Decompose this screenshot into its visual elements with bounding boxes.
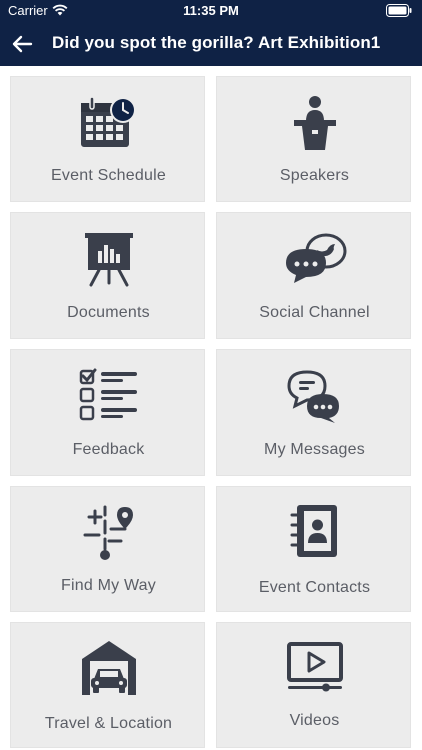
back-button[interactable]	[8, 30, 36, 58]
tile-documents[interactable]: Documents	[10, 212, 205, 339]
tile-social-channel[interactable]: Social Channel	[216, 212, 411, 339]
map-route-pin-icon	[11, 503, 206, 561]
app-header: Carrier 11:35 PM Did you spot the gorill…	[0, 0, 422, 66]
car-garage-icon	[11, 639, 206, 697]
calendar-clock-icon	[11, 95, 206, 151]
page-title: Did you spot the gorilla? Art Exhibition…	[52, 33, 381, 52]
chat-bubbles-icon	[217, 368, 412, 424]
tile-label: Videos	[289, 712, 340, 729]
tile-label: Find My Way	[61, 577, 156, 594]
contact-book-icon	[217, 503, 412, 561]
tile-event-contacts[interactable]: Event Contacts	[216, 486, 411, 612]
tile-label: Event Contacts	[258, 579, 371, 596]
tile-label: Feedback	[72, 441, 145, 458]
tile-label: Documents	[67, 304, 150, 321]
tile-videos[interactable]: Videos	[216, 622, 411, 748]
tile-label: Speakers	[279, 167, 350, 184]
tile-label: Social Channel	[259, 304, 370, 321]
status-bar: Carrier 11:35 PM	[0, 0, 422, 22]
tile-my-messages[interactable]: My Messages	[216, 349, 411, 476]
video-player-icon	[217, 641, 412, 693]
tile-travel-location[interactable]: Travel & Location	[10, 622, 205, 748]
speaker-podium-icon	[217, 95, 412, 151]
presentation-board-icon	[11, 233, 206, 287]
navigation-bar: Did you spot the gorilla? Art Exhibition…	[0, 22, 422, 66]
checklist-icon	[11, 368, 206, 422]
tile-feedback[interactable]: Feedback	[10, 349, 205, 476]
tile-event-schedule[interactable]: Event Schedule	[10, 76, 205, 202]
battery-icon	[386, 4, 412, 17]
tile-speakers[interactable]: Speakers	[216, 76, 411, 202]
tile-label: Travel & Location	[44, 715, 173, 732]
social-chat-bird-icon	[217, 231, 412, 285]
menu-grid: Event Schedule Speakers Documents Social…	[0, 66, 422, 750]
clock-time: 11:35 PM	[183, 3, 239, 18]
tile-find-my-way[interactable]: Find My Way	[10, 486, 205, 612]
back-arrow-icon	[12, 35, 33, 53]
tile-label: Event Schedule	[51, 167, 166, 184]
tile-label: My Messages	[264, 441, 365, 458]
